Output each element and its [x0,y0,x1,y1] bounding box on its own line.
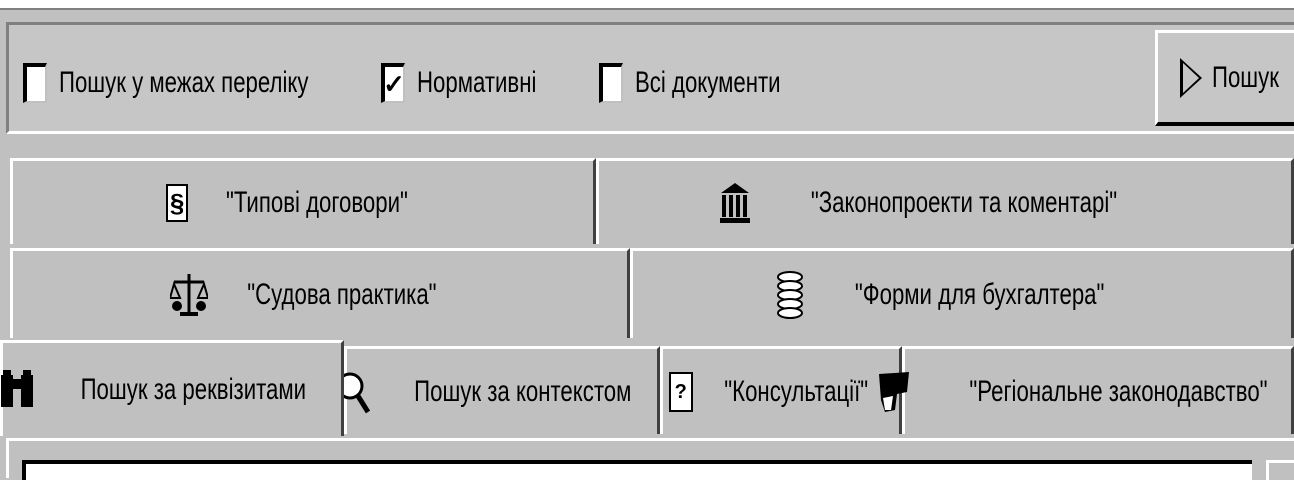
tab-search-by-context[interactable]: Пошук за контекстом [336,346,660,434]
checkbox-within-list[interactable]: Пошук у межах переліку [23,63,396,103]
checkbox-label: Нормативні [417,66,537,99]
tab-consultations[interactable]: ? "Консультації" [660,346,902,434]
checkbox-box[interactable] [23,63,47,103]
tab-label: "Типові договори" [226,185,408,219]
tab-label: Пошук за реквізитами [80,372,306,406]
scales-icon [170,272,209,318]
play-arrow-icon [1180,57,1202,98]
tab-typical-contracts[interactable]: § "Типові договори" [10,158,596,244]
checkbox-all-documents[interactable]: Всі документи [599,63,832,103]
coins-icon [775,269,805,321]
tab-label: "Законопроекти та коментарі" [810,185,1118,219]
tab-label: "Регіональне законодавство" [968,374,1268,408]
tab-bills-comments[interactable]: "Законопроекти та коментарі" [596,158,1294,244]
binoculars-icon [0,369,35,411]
search-button-label: Пошук [1212,60,1279,94]
checkbox-label: Всі документи [635,66,781,99]
checkbox-box-checked[interactable]: ✓ [381,63,405,103]
tab-accountant-forms[interactable]: "Форми для бухгалтера" [630,248,1294,338]
region-map-icon [877,370,911,414]
search-options-toolbar: Пошук у межах переліку ✓ Нормативні Всі … [6,22,1294,134]
paragraph-icon: § [166,183,189,222]
checkbox-label: Пошук у межах переліку [59,66,309,99]
search-field[interactable] [22,460,1252,480]
tab-regional-legislation[interactable]: "Регіональне законодавство" [878,346,1294,434]
tab-search-by-details[interactable]: Пошук за реквізитами [0,340,344,436]
tab-label: "Форми для бухгалтера" [855,277,1105,311]
tab-control: § "Типові договори" "Законопроекти та ко… [0,150,1294,480]
checkmark-icon: ✓ [383,69,405,99]
tab-court-practice[interactable]: "Судова практика" [10,248,630,338]
question-document-icon: ? [668,371,693,412]
field-side-button[interactable] [1266,460,1294,480]
checkbox-box[interactable] [599,63,623,103]
building-icon [719,181,751,225]
checkbox-normative[interactable]: ✓ Нормативні [381,63,578,103]
top-frame-edge [0,0,1294,10]
tab-label: "Консультації" [724,374,868,408]
tab-label: Пошук за контекстом [414,374,632,408]
search-button[interactable]: Пошук [1155,30,1294,126]
tab-label: "Судова практика" [247,277,437,311]
